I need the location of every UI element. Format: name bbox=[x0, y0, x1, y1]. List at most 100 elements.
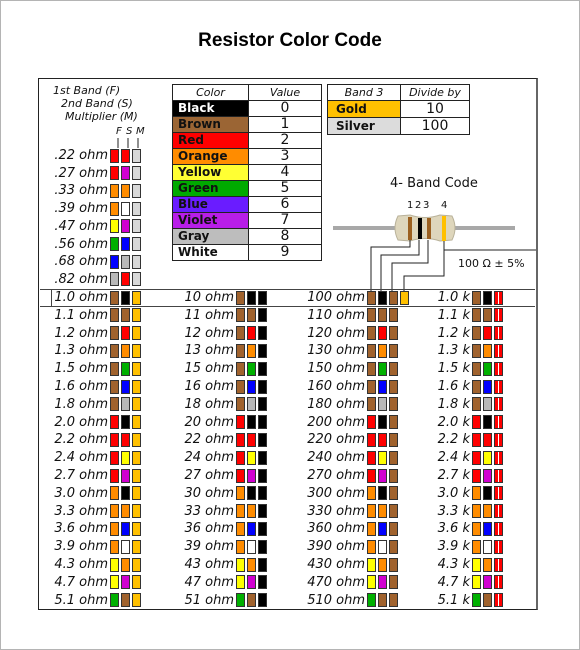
color-band-silver bbox=[132, 219, 141, 234]
resistance-label: 47 ohm bbox=[184, 574, 234, 590]
color-band-orange bbox=[367, 521, 376, 536]
resistance-label: 220 ohm bbox=[307, 432, 365, 448]
resistor-value-row: 2.2 k bbox=[420, 431, 503, 448]
color-band-brown bbox=[121, 308, 130, 323]
fractional-ohm-row: .56 ohm bbox=[44, 236, 141, 253]
color-band-brown bbox=[389, 504, 398, 519]
resistor-value-row: 51 ohm bbox=[170, 592, 267, 609]
color-band-brown bbox=[378, 593, 387, 608]
tolerance-label: 100 Ω ± 5% bbox=[458, 257, 525, 270]
color-band-gold bbox=[132, 343, 141, 358]
color-band-red bbox=[367, 450, 376, 465]
resistance-label: 3.9 ohm bbox=[54, 539, 108, 555]
resistance-label: 1.6 k bbox=[437, 379, 470, 394]
resistance-label: 360 ohm bbox=[307, 521, 365, 537]
resistor-value-row: 2.7 ohm bbox=[44, 467, 141, 484]
color-band-red bbox=[494, 504, 503, 519]
resistance-label: .47 ohm bbox=[54, 218, 108, 234]
resistance-label: 430 ohm bbox=[307, 557, 365, 572]
resistance-label: 1.6 ohm bbox=[54, 379, 108, 394]
color-band-red bbox=[494, 397, 503, 412]
resistor-value-row: 220 ohm bbox=[290, 431, 398, 448]
color-band-red bbox=[236, 432, 245, 447]
color-band-black bbox=[247, 290, 256, 305]
resistor-value-row: 5.1 k bbox=[420, 592, 503, 609]
color-band-blue bbox=[121, 237, 130, 251]
color-band-orange bbox=[110, 504, 119, 519]
resistance-label: 13 ohm bbox=[184, 343, 234, 359]
color-band-gray bbox=[110, 272, 119, 287]
color-band-black bbox=[258, 468, 267, 483]
color-band-orange bbox=[247, 343, 256, 358]
resistance-label: 1.1 k bbox=[437, 307, 470, 323]
color-band-red bbox=[110, 468, 119, 483]
color-band-gold bbox=[132, 575, 141, 590]
resistor-value-row: 3.9 k bbox=[420, 538, 503, 555]
resistance-label: 3.6 ohm bbox=[54, 521, 108, 537]
color-band-brown bbox=[472, 290, 481, 305]
color-band-green bbox=[110, 593, 119, 608]
color-band-white bbox=[121, 201, 130, 216]
color-band-violet bbox=[121, 219, 130, 234]
resistance-label: 240 ohm bbox=[307, 450, 365, 466]
resistor-value-row: 1.8 ohm bbox=[44, 396, 141, 413]
fractional-ohm-row: .68 ohm bbox=[44, 253, 141, 270]
color-band-red bbox=[121, 326, 130, 341]
color-band-orange bbox=[483, 557, 492, 572]
color-band-brown bbox=[483, 593, 492, 608]
color-band-black bbox=[258, 290, 267, 305]
color-band-red bbox=[494, 379, 503, 394]
color-band-brown bbox=[472, 379, 481, 394]
color-band-black bbox=[258, 521, 267, 536]
color-band-silver bbox=[132, 237, 141, 251]
resistor-value-row: 13 ohm bbox=[170, 342, 267, 359]
resistor-value-row: 2.4 ohm bbox=[44, 449, 141, 466]
color-band-gold bbox=[132, 397, 141, 412]
color-band-orange bbox=[121, 504, 130, 519]
color-band-orange bbox=[236, 486, 245, 501]
color-band-brown bbox=[472, 343, 481, 358]
resistance-label: 3.3 ohm bbox=[54, 503, 108, 519]
color-band-green bbox=[378, 361, 387, 376]
resistance-label: .68 ohm bbox=[54, 254, 108, 270]
color-band-black bbox=[258, 539, 267, 554]
resistance-label: 22 ohm bbox=[184, 432, 234, 448]
color-band-yellow bbox=[378, 450, 387, 465]
color-band-red bbox=[472, 450, 481, 465]
color-band-green bbox=[483, 361, 492, 376]
resistor-value-row: 270 ohm bbox=[290, 467, 398, 484]
resistance-label: 300 ohm bbox=[307, 485, 365, 501]
color-band-brown bbox=[472, 361, 481, 376]
color-band-white bbox=[247, 539, 256, 554]
color-band-blue bbox=[110, 254, 119, 269]
resistor-value-row: 2.0 ohm bbox=[44, 414, 141, 431]
resistor-value-row: 30 ohm bbox=[170, 485, 267, 502]
color-band-black bbox=[121, 486, 130, 501]
color-band-green bbox=[121, 361, 130, 376]
color-band-black bbox=[247, 486, 256, 501]
color-band-black bbox=[247, 415, 256, 430]
resistor-value-row: 150 ohm bbox=[290, 360, 398, 377]
color-band-gold bbox=[132, 539, 141, 554]
color-band-red bbox=[110, 450, 119, 465]
color-band-brown bbox=[236, 326, 245, 341]
resistance-label: 2.0 ohm bbox=[54, 414, 108, 430]
resistance-label: 1.8 ohm bbox=[54, 396, 108, 412]
color-band-gold bbox=[400, 290, 409, 305]
color-band-gray bbox=[378, 397, 387, 412]
resistor-value-row: 1.0 k bbox=[420, 289, 503, 306]
color-band-green bbox=[472, 593, 481, 608]
color-band-blue bbox=[378, 379, 387, 394]
color-band-silver bbox=[132, 272, 141, 287]
color-band-gold bbox=[132, 415, 141, 430]
color-band-red bbox=[494, 343, 503, 358]
color-band-yellow bbox=[110, 219, 119, 234]
resistance-label: 2.2 k bbox=[437, 432, 470, 448]
resistance-label: 5.1 k bbox=[437, 592, 470, 608]
resistor-band-2 bbox=[418, 218, 422, 239]
color-band-red bbox=[367, 415, 376, 430]
color-band-orange bbox=[247, 557, 256, 572]
color-band-gold bbox=[132, 361, 141, 376]
fractional-ohm-row: .33 ohm bbox=[44, 182, 141, 199]
resistor-band-4 bbox=[442, 216, 446, 241]
